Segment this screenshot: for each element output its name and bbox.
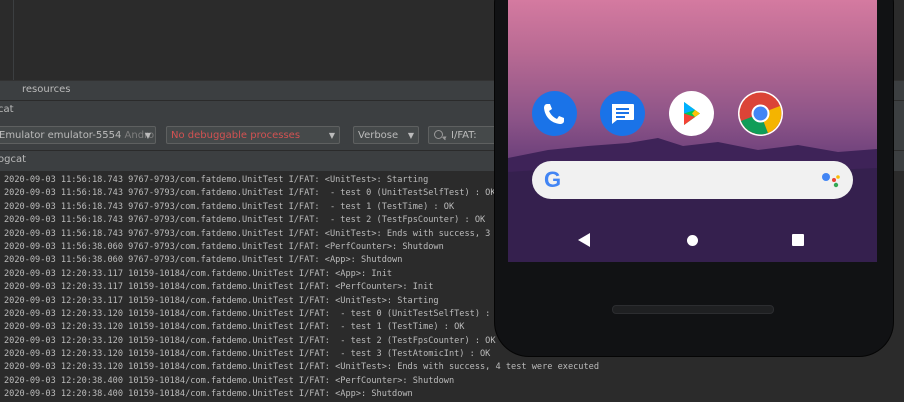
search-icon (434, 130, 443, 139)
process-dropdown-value: No debuggable processes (171, 130, 301, 141)
log-level-dropdown[interactable]: Verbose ▼ (353, 126, 419, 144)
assistant-icon[interactable] (821, 171, 841, 189)
device-dropdown-suffix: Androi (124, 130, 156, 141)
google-search-bar[interactable]: G (532, 161, 853, 199)
logcat-title: ogcat (0, 154, 27, 165)
log-search-value: I/FAT: (451, 130, 477, 141)
log-line: 2020-09-03 12:20:38.400 10159-10184/com.… (4, 375, 455, 386)
recents-icon[interactable] (792, 234, 804, 246)
messages-icon[interactable] (600, 91, 645, 136)
chrome-icon[interactable] (738, 91, 783, 136)
log-line: 2020-09-03 12:20:33.120 10159-10184/com.… (4, 362, 599, 373)
gutter-divider (13, 0, 14, 80)
log-search-input[interactable]: ▾ I/FAT: (428, 126, 504, 144)
back-icon[interactable] (578, 233, 590, 247)
chevron-down-icon: ▼ (144, 131, 151, 140)
chevron-down-icon: ▼ (407, 131, 414, 140)
search-history-chevron-icon: ▾ (443, 134, 447, 142)
tool-window-title: cat (0, 104, 14, 115)
phone-speaker-grille (612, 305, 774, 314)
phone-icon[interactable] (532, 91, 577, 136)
device-dropdown-value: Emulator emulator-5554 (0, 130, 122, 141)
resources-label: resources (22, 84, 71, 95)
play-store-icon[interactable] (669, 91, 714, 136)
device-dropdown[interactable]: Emulator emulator-5554 Androi ▼ (0, 126, 156, 144)
log-level-value: Verbose (358, 130, 399, 141)
process-dropdown[interactable]: No debuggable processes ▼ (166, 126, 340, 144)
home-icon[interactable] (687, 235, 698, 246)
chevron-down-icon: ▼ (328, 131, 335, 140)
google-g-logo: G (544, 167, 562, 192)
